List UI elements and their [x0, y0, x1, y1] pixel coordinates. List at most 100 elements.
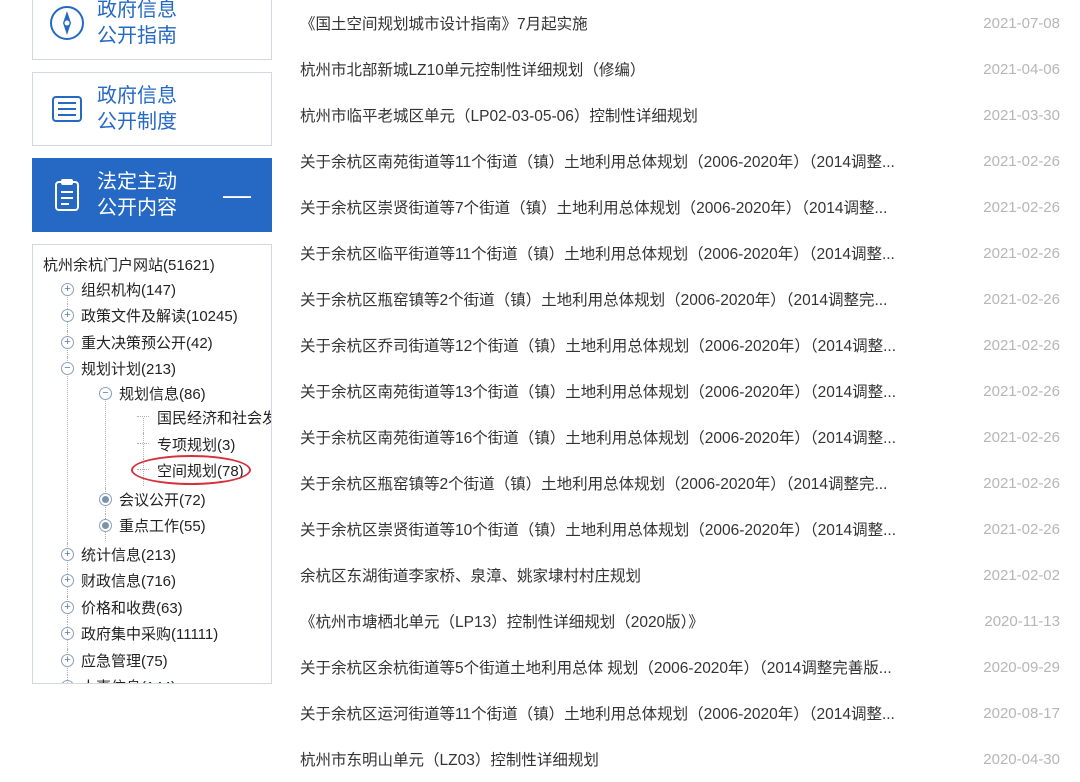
tree-root-node[interactable]: 杭州余杭门户网站(51621)+组织机构(147)+政策文件及解读(10245)…: [39, 253, 267, 684]
list-row-date: 2021-02-02: [963, 567, 1060, 584]
list-row[interactable]: 杭州市东明山单元（LZ03）控制性详细规划 2020-04-30: [300, 736, 1060, 782]
tree-node[interactable]: +财政信息(716): [61, 569, 267, 596]
list-row-date: 2021-02-26: [963, 199, 1060, 216]
expand-icon[interactable]: +: [61, 601, 74, 614]
tree-node-label: 规划信息(86): [119, 386, 206, 403]
tree-node-label: 统计信息(213): [81, 547, 176, 564]
tree-node[interactable]: 重点工作(55): [99, 514, 267, 541]
tree-node[interactable]: + 应急管理(75): [61, 649, 267, 676]
list-row[interactable]: 关于余杭区崇贤街道等10个街道（镇）土地利用总体规划（2006-2020年）（2…: [300, 506, 1060, 552]
expand-icon[interactable]: +: [61, 680, 74, 684]
expand-icon[interactable]: +: [61, 654, 74, 667]
list-row[interactable]: 关于余杭区崇贤街道等7个街道（镇）土地利用总体规划（2006-2020年）（20…: [300, 184, 1060, 230]
list-row-title: 关于余杭区运河街道等11个街道（镇）土地利用总体规划（2006-2020年）（2…: [300, 702, 895, 724]
list-row[interactable]: 关于余杭区南苑街道等11个街道（镇）土地利用总体规划（2006-2020年）（2…: [300, 138, 1060, 184]
list-row[interactable]: 关于余杭区南苑街道等13个街道（镇）土地利用总体规划（2006-2020年）（2…: [300, 368, 1060, 414]
list-row[interactable]: 关于余杭区瓶窑镇等2个街道（镇）土地利用总体规划（2006-2020年）（201…: [300, 276, 1060, 322]
expand-icon[interactable]: +: [61, 283, 74, 296]
list-row[interactable]: 杭州市临平老城区单元（LP02-03-05-06）控制性详细规划 2021-03-…: [300, 92, 1060, 138]
list-row-date: 2020-08-17: [963, 705, 1060, 722]
minus-icon[interactable]: —: [223, 179, 257, 211]
tree-node-label: 规划计划(213): [81, 361, 176, 378]
list-row-title: 关于余杭区南苑街道等11个街道（镇）土地利用总体规划（2006-2020年）（2…: [300, 150, 895, 172]
compass-icon: [47, 3, 87, 43]
tree-node-label: 政府集中采购(11111): [81, 626, 218, 643]
tree-node[interactable]: 空间规划(78): [137, 459, 267, 486]
card-line1: 政府信息: [97, 83, 177, 109]
list-row-date: 2021-02-26: [963, 383, 1060, 400]
tree-node[interactable]: + 人事信息(144): [61, 675, 267, 684]
list-row-title: 余杭区东湖街道李家桥、泉漳、姚家埭村村庄规划: [300, 564, 641, 586]
tree-node-label: 空间规划(78): [157, 463, 244, 480]
nav-tree: 杭州余杭门户网站(51621)+组织机构(147)+政策文件及解读(10245)…: [37, 253, 267, 684]
leaf-connector: [137, 416, 149, 417]
tree-panel[interactable]: 杭州余杭门户网站(51621)+组织机构(147)+政策文件及解读(10245)…: [32, 244, 272, 684]
list-row-title: 《杭州市塘栖北单元（LP13）控制性详细规划（2020版）》: [300, 610, 704, 632]
list-row[interactable]: 余杭区东湖街道李家桥、泉漳、姚家埭村村庄规划 2021-02-02: [300, 552, 1060, 598]
list-row-date: 2020-09-29: [963, 659, 1060, 676]
expand-icon[interactable]: +: [61, 336, 74, 349]
tree-node-label: 应急管理(75): [81, 653, 168, 670]
collapse-icon[interactable]: −: [61, 362, 74, 375]
tree-node[interactable]: 专项规划(3): [137, 433, 267, 460]
tree-node-label: 专项规划(3): [157, 437, 235, 454]
tree-node-label: 人事信息(144): [81, 679, 176, 684]
leaf-connector: [137, 443, 149, 444]
list-row-date: 2021-02-26: [963, 475, 1060, 492]
list-row[interactable]: 《杭州市塘栖北单元（LP13）控制性详细规划（2020版）》2020-11-13: [300, 598, 1060, 644]
list-row-title: 关于余杭区崇贤街道等10个街道（镇）土地利用总体规划（2006-2020年）（2…: [300, 518, 896, 540]
list-row[interactable]: 关于余杭区运河街道等11个街道（镇）土地利用总体规划（2006-2020年）（2…: [300, 690, 1060, 736]
list-row-date: 2020-04-30: [963, 751, 1060, 768]
card-line1: 法定主动: [97, 169, 177, 195]
list-row-date: 2021-02-26: [963, 153, 1060, 170]
clipboard-icon: [47, 175, 87, 215]
tree-node-label: 重点工作(55): [119, 518, 206, 535]
tree-node[interactable]: −规划计划(213)−规划信息(86)国民经济和社会发展规专项规划(3)空间规划…: [61, 357, 267, 543]
node-icon: [99, 519, 112, 532]
list-row[interactable]: 关于余杭区临平街道等11个街道（镇）土地利用总体规划（2006-2020年）（2…: [300, 230, 1060, 276]
list-row-date: 2021-03-30: [963, 107, 1060, 124]
tree-node[interactable]: +重大决策预公开(42): [61, 331, 267, 358]
tree-node-label: 组织机构(147): [81, 282, 176, 299]
list-row-date: 2021-02-26: [963, 245, 1060, 262]
tree-node-label: 政策文件及解读(10245): [81, 308, 238, 325]
list-row-date: 2021-04-06: [963, 61, 1060, 78]
collapse-icon[interactable]: −: [99, 387, 112, 400]
expand-icon[interactable]: +: [61, 548, 74, 561]
list-row-title: 杭州市东明山单元（LZ03）控制性详细规划: [300, 748, 599, 770]
expand-icon[interactable]: +: [61, 309, 74, 322]
list-row[interactable]: 关于余杭区余杭街道等5个街道土地利用总体 规划（2006-2020年）（2014…: [300, 644, 1060, 690]
sidebar: 政府信息 公开指南 政府信息 公开制度: [0, 0, 280, 782]
tree-node[interactable]: + 组织机构(147): [61, 278, 267, 305]
list-row-title: 关于余杭区乔司街道等12个街道（镇）土地利用总体规划（2006-2020年）（2…: [300, 334, 896, 356]
list-row[interactable]: 《国土空间规划城市设计指南》7月起实施2021-07-08: [300, 0, 1060, 46]
tree-node[interactable]: 会议公开(72): [99, 488, 267, 515]
list-row[interactable]: 关于余杭区瓶窑镇等2个街道（镇）土地利用总体规划（2006-2020年）（201…: [300, 460, 1060, 506]
expand-icon[interactable]: +: [61, 627, 74, 640]
tree-node[interactable]: + 政府集中采购(11111): [61, 622, 267, 649]
card-statutory[interactable]: 法定主动 公开内容 —: [32, 158, 272, 232]
list-row[interactable]: 关于余杭区乔司街道等12个街道（镇）土地利用总体规划（2006-2020年）（2…: [300, 322, 1060, 368]
list-icon: [47, 89, 87, 129]
card-line2: 公开制度: [97, 109, 177, 135]
expand-icon[interactable]: +: [61, 574, 74, 587]
tree-node[interactable]: + 政策文件及解读(10245): [61, 304, 267, 331]
tree-node[interactable]: + 价格和收费(63): [61, 596, 267, 623]
list-row-date: 2021-02-26: [963, 429, 1060, 446]
list-row[interactable]: 杭州市北部新城LZ10单元控制性详细规划（修编）2021-04-06: [300, 46, 1060, 92]
card-system[interactable]: 政府信息 公开制度: [32, 72, 272, 146]
list-row[interactable]: 关于余杭区南苑街道等16个街道（镇）土地利用总体规划（2006-2020年）（2…: [300, 414, 1060, 460]
card-line2: 公开指南: [97, 23, 177, 49]
tree-node[interactable]: 国民经济和社会发展规: [137, 406, 267, 433]
list-row-title: 杭州市临平老城区单元（LP02-03-05-06）控制性详细规划: [300, 104, 698, 126]
list-row-title: 关于余杭区临平街道等11个街道（镇）土地利用总体规划（2006-2020年）（2…: [300, 242, 895, 264]
node-icon: [99, 493, 112, 506]
list-row-title: 关于余杭区瓶窑镇等2个街道（镇）土地利用总体规划（2006-2020年）（201…: [300, 472, 887, 494]
list-row-title: 关于余杭区余杭街道等5个街道土地利用总体 规划（2006-2020年）（2014…: [300, 656, 892, 678]
tree-node-label: 会议公开(72): [119, 492, 206, 509]
tree-node-label: 价格和收费(63): [81, 600, 183, 617]
tree-node[interactable]: + 统计信息(213): [61, 543, 267, 570]
list-row-date: 2021-02-26: [963, 521, 1060, 538]
card-guide[interactable]: 政府信息 公开指南: [32, 0, 272, 60]
tree-node[interactable]: −规划信息(86) 国民经济和社会发展规专项规划(3) 空间规划(78): [99, 382, 267, 488]
